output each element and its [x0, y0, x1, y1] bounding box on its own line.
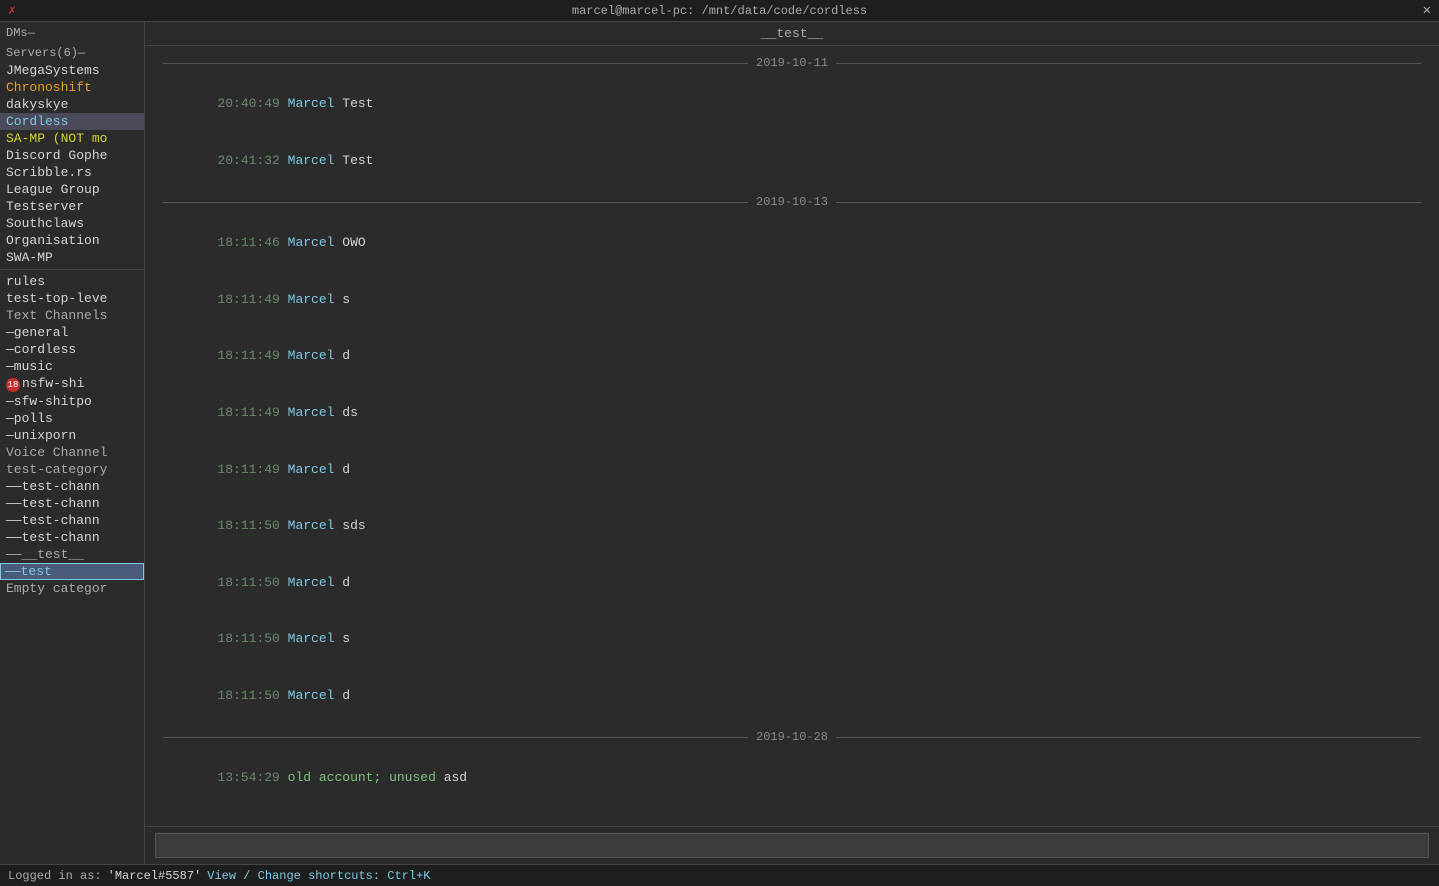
channel-rules[interactable]: rules: [0, 273, 144, 290]
message-11: 18:11:50 Marcel d: [145, 668, 1439, 725]
message-2: 20:41:32 Marcel Test: [145, 133, 1439, 190]
channel-sfw[interactable]: —sfw-shitpo: [0, 393, 144, 410]
channel-cordless[interactable]: —cordless: [0, 341, 144, 358]
date-divider-2: 2019-10-13: [145, 189, 1439, 215]
main-layout: DMs— Servers(6)— JMegaSystems Chronoshif…: [0, 22, 1439, 864]
channel-test-chann-4[interactable]: ——test-chann: [0, 529, 144, 546]
sidebar-item-organisation[interactable]: Organisation: [0, 232, 144, 249]
sidebar-item-cordless[interactable]: Cordless: [0, 113, 144, 130]
message-12: 13:54:29 old account; unused asd: [145, 750, 1439, 807]
status-username: 'Marcel#5587': [108, 869, 202, 883]
message-input[interactable]: [155, 833, 1429, 858]
close-button[interactable]: ✕: [1423, 2, 1431, 19]
status-shortcut[interactable]: View / Change shortcuts: Ctrl+K: [207, 869, 430, 883]
channel-test-top[interactable]: test-top-leve: [0, 290, 144, 307]
date-divider-3: 2019-10-28: [145, 724, 1439, 750]
sidebar-item-chronoshift[interactable]: Chronoshift: [0, 79, 144, 96]
titlebar-title: marcel@marcel-pc: /mnt/data/code/cordles…: [572, 4, 867, 18]
section-text-channels: Text Channels: [0, 307, 144, 324]
channel-test-chann-1[interactable]: ——test-chann: [0, 478, 144, 495]
message-10: 18:11:50 Marcel s: [145, 611, 1439, 668]
channel-test-chann-2[interactable]: ——test-chann: [0, 495, 144, 512]
date-divider-1: 2019-10-11: [145, 50, 1439, 76]
message-4: 18:11:49 Marcel s: [145, 272, 1439, 329]
section-test-category: test-category: [0, 461, 144, 478]
titlebar-left: ✗: [8, 3, 16, 18]
message-3: 18:11:46 Marcel OWO: [145, 215, 1439, 272]
input-area: [145, 826, 1439, 864]
sidebar: DMs— Servers(6)— JMegaSystems Chronoshif…: [0, 22, 145, 864]
status-logged-in-label: Logged in as:: [8, 869, 102, 883]
sidebar-item-swamp[interactable]: SWA-MP: [0, 249, 144, 266]
channel-test-chann-3[interactable]: ——test-chann: [0, 512, 144, 529]
channel-test-underline[interactable]: ——__test__: [0, 546, 144, 563]
message-6: 18:11:49 Marcel ds: [145, 385, 1439, 442]
message-8: 18:11:50 Marcel sds: [145, 498, 1439, 555]
sidebar-item-scribble[interactable]: Scribble.rs: [0, 164, 144, 181]
message-1: 20:40:49 Marcel Test: [145, 76, 1439, 133]
messages-list: 2019-10-11 20:40:49 Marcel Test 20:41:32…: [145, 46, 1439, 826]
sidebar-item-samp[interactable]: SA-MP (NOT mo: [0, 130, 144, 147]
channel-unixporn[interactable]: —unixporn: [0, 427, 144, 444]
message-5: 18:11:49 Marcel d: [145, 328, 1439, 385]
dms-header: DMs—: [0, 22, 144, 42]
channel-title: __test__: [145, 22, 1439, 46]
channel-general[interactable]: —general: [0, 324, 144, 341]
message-13: 13:54:29 old account; unused asd: [145, 807, 1439, 826]
channel-title-text: __test__: [761, 26, 823, 41]
titlebar: ✗ marcel@marcel-pc: /mnt/data/code/cordl…: [0, 0, 1439, 22]
section-voice: Voice Channel: [0, 444, 144, 461]
servers-header: Servers(6)—: [0, 42, 144, 62]
channel-test-active[interactable]: ——test: [0, 563, 144, 580]
statusbar: Logged in as: 'Marcel#5587' View / Chang…: [0, 864, 1439, 886]
channel-music[interactable]: —music: [0, 358, 144, 375]
sidebar-divider-1: [0, 269, 144, 270]
message-9: 18:11:50 Marcel d: [145, 555, 1439, 612]
nsfw-badge: 18: [6, 378, 20, 392]
section-empty: Empty categor: [0, 580, 144, 597]
content-area: __test__ 2019-10-11 20:40:49 Marcel Test…: [145, 22, 1439, 864]
channel-polls[interactable]: —polls: [0, 410, 144, 427]
channel-nsfw[interactable]: 18nsfw-shi: [0, 375, 144, 393]
app-icon: ✗: [8, 3, 16, 18]
sidebar-item-league[interactable]: League Group: [0, 181, 144, 198]
sidebar-item-dakyskye[interactable]: dakyskye: [0, 96, 144, 113]
sidebar-item-southclaws[interactable]: Southclaws: [0, 215, 144, 232]
message-7: 18:11:49 Marcel d: [145, 441, 1439, 498]
sidebar-item-testserver[interactable]: Testserver: [0, 198, 144, 215]
sidebar-item-discord-gophe[interactable]: Discord Gophe: [0, 147, 144, 164]
sidebar-item-jmegasystems[interactable]: JMegaSystems: [0, 62, 144, 79]
